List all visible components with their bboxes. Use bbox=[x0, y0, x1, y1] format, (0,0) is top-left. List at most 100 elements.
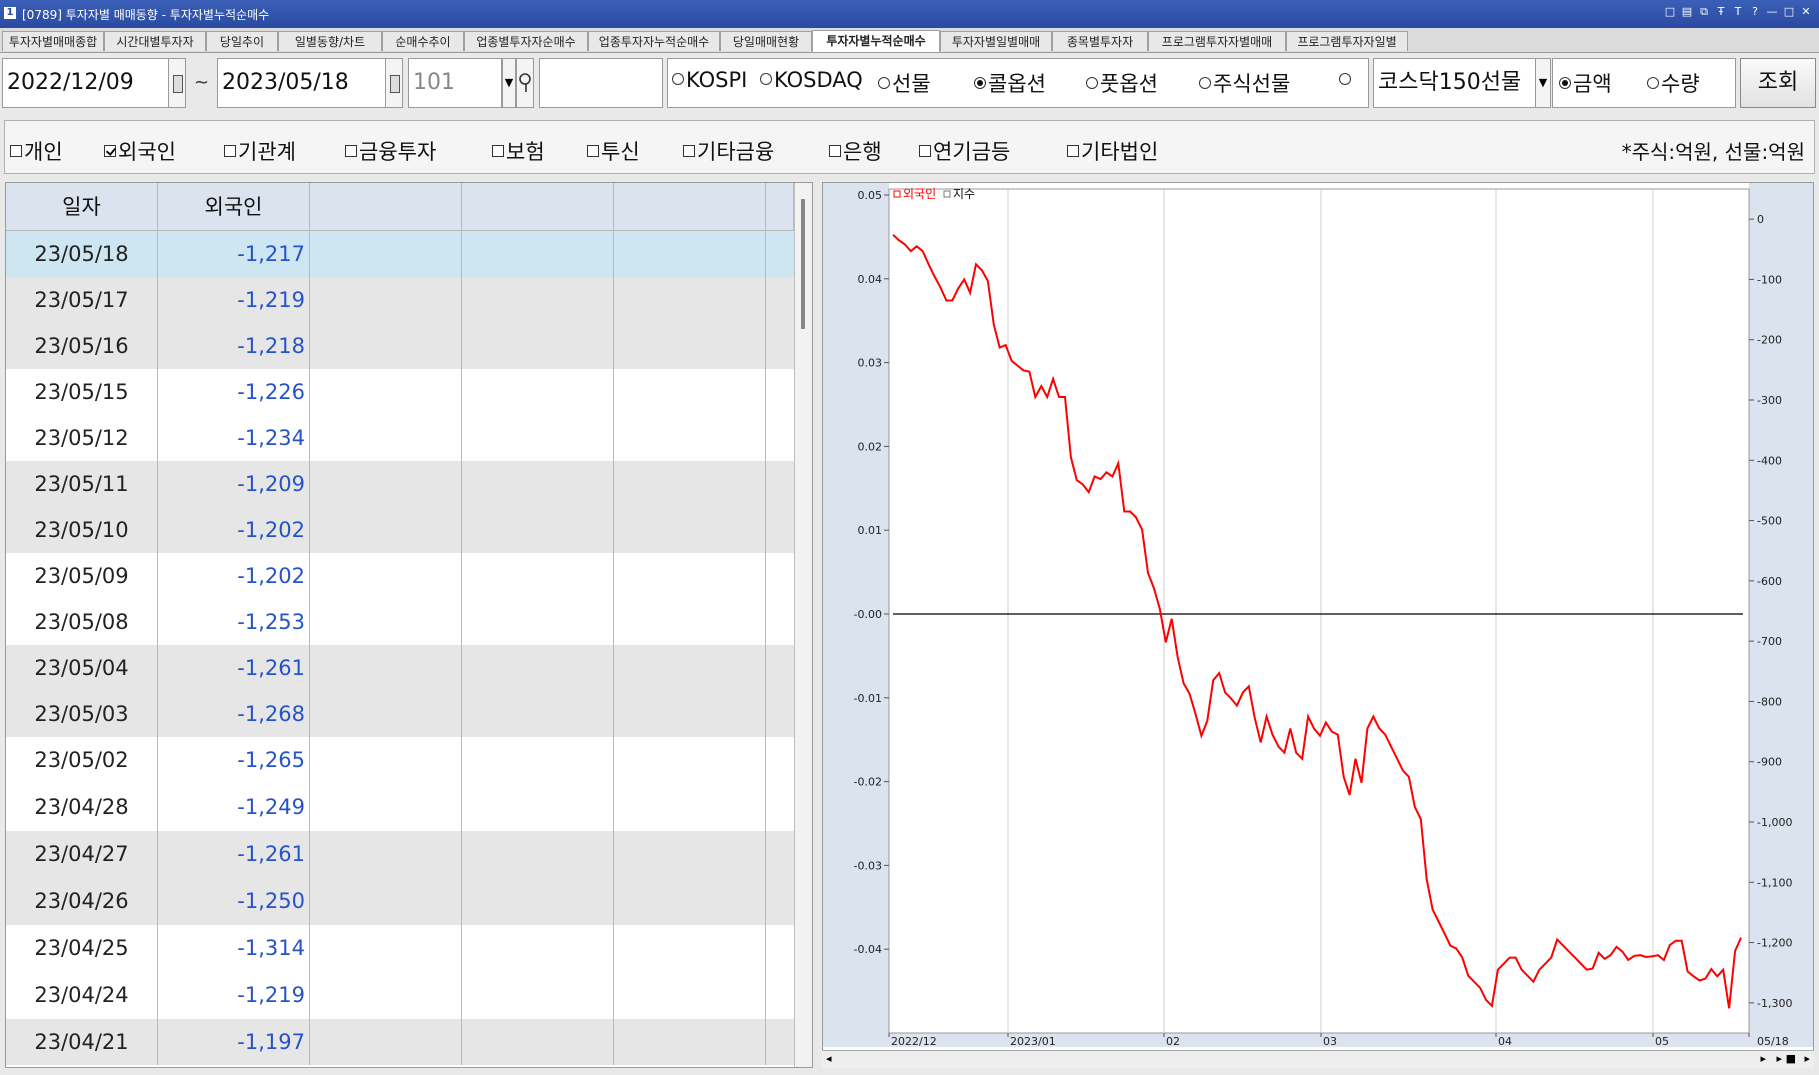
market-radio-3[interactable]: 콜옵션 bbox=[974, 68, 1046, 98]
tab-0[interactable]: 투자자별매매종합 bbox=[2, 31, 104, 51]
magnifier-icon bbox=[519, 73, 531, 92]
search-button[interactable] bbox=[516, 58, 534, 108]
window-control-6[interactable]: — bbox=[1765, 4, 1779, 20]
table-row[interactable]: 23/05/02 -1,265 bbox=[6, 737, 794, 784]
window-control-3[interactable]: Ŧ bbox=[1714, 4, 1728, 20]
table-row[interactable]: 23/05/17 -1,219 bbox=[6, 277, 794, 323]
grid-header-1[interactable]: 외국인 bbox=[158, 183, 310, 231]
table-row[interactable]: 23/04/25 -1,314 bbox=[6, 925, 794, 972]
start-calendar-button[interactable] bbox=[168, 58, 186, 108]
investor-checkbox-8[interactable]: 연기금등 bbox=[919, 136, 1010, 166]
tab-5[interactable]: 업종별투자자순매수 bbox=[464, 31, 588, 51]
stop-icon[interactable]: ■ bbox=[1786, 1052, 1796, 1065]
table-row[interactable]: 23/05/08 -1,253 bbox=[6, 599, 794, 645]
tab-11[interactable]: 프로그램투자자별매매 bbox=[1148, 31, 1286, 51]
chart-panel: 0.05 0.04 0.03 0.02 0.01 -0.00 -0.01 -0.02 -0.03… bbox=[822, 182, 1814, 1068]
market-radio-1[interactable]: KOSDAQ bbox=[760, 68, 863, 92]
investor-checkbox-3[interactable]: 금융투자 bbox=[345, 136, 436, 166]
tab-8[interactable]: 투자자별누적순매수 bbox=[812, 30, 940, 52]
table-row[interactable]: 23/04/24 -1,219 bbox=[6, 972, 794, 1019]
table-row[interactable]: 23/05/11 -1,209 bbox=[6, 461, 794, 507]
table-row[interactable]: 23/04/27 -1,261 bbox=[6, 831, 794, 878]
grid-header-4[interactable] bbox=[614, 183, 766, 231]
market-radio-2[interactable]: 선물 bbox=[878, 68, 931, 98]
unit-radio-1[interactable]: 수량 bbox=[1647, 68, 1700, 98]
plot-area bbox=[888, 188, 1750, 1034]
tab-9[interactable]: 투자자별일별매매 bbox=[940, 31, 1052, 51]
table-row[interactable]: 23/05/09 -1,202 bbox=[6, 553, 794, 599]
window-control-7[interactable]: □ bbox=[1782, 4, 1796, 20]
window-control-5[interactable]: ? bbox=[1748, 4, 1762, 20]
tab-7[interactable]: 당일매매현황 bbox=[720, 31, 812, 51]
row-empty-cell bbox=[462, 461, 614, 507]
investor-checkbox-6[interactable]: 기타금융 bbox=[683, 136, 774, 166]
checkbox-label: 금융투자 bbox=[359, 140, 437, 164]
date-range-tilde: ~ bbox=[194, 72, 210, 93]
row-empty-cell bbox=[462, 737, 614, 784]
tab-12[interactable]: 프로그램투자자일별 bbox=[1286, 31, 1408, 51]
checkbox-mark bbox=[829, 145, 841, 157]
start-date-input[interactable]: 2022/12/09 bbox=[2, 58, 170, 108]
market-radio-4[interactable]: 풋옵션 bbox=[1086, 68, 1158, 98]
play-icon[interactable]: ▸ bbox=[1776, 1052, 1782, 1065]
end-calendar-button[interactable] bbox=[385, 58, 403, 108]
grid-header-2[interactable] bbox=[310, 183, 462, 231]
table-row[interactable]: 23/04/21 -1,197 bbox=[6, 1019, 794, 1065]
market-radio-6[interactable] bbox=[1339, 68, 1353, 92]
product-select[interactable]: 코스닥150선물 bbox=[1373, 58, 1537, 108]
window-control-2[interactable]: ⧉ bbox=[1697, 4, 1711, 20]
market-radio-0[interactable]: KOSPI bbox=[672, 68, 747, 92]
row-empty-cell bbox=[462, 231, 614, 277]
row-empty-cell bbox=[614, 461, 766, 507]
grid-header-5[interactable] bbox=[766, 183, 794, 231]
row-empty-cell bbox=[614, 645, 766, 691]
investor-checkbox-4[interactable]: 보험 bbox=[492, 136, 545, 166]
investor-checkbox-5[interactable]: 투신 bbox=[587, 136, 640, 166]
table-row[interactable]: 23/05/04 -1,261 bbox=[6, 645, 794, 691]
window-controls: □ ▤ ⧉ Ŧ T? — □ ✕ bbox=[1663, 4, 1813, 20]
investor-checkbox-1[interactable]: 외국인 bbox=[104, 136, 176, 166]
table-row[interactable]: 23/05/15 -1,226 bbox=[6, 369, 794, 415]
radio-label: 선물 bbox=[892, 72, 931, 96]
table-row[interactable]: 23/05/10 -1,202 bbox=[6, 507, 794, 553]
table-row[interactable]: 23/04/26 -1,250 bbox=[6, 878, 794, 925]
window-control-0[interactable]: □ bbox=[1663, 4, 1677, 20]
table-row[interactable]: 23/04/28 -1,249 bbox=[6, 784, 794, 831]
investor-checkbox-9[interactable]: 기타법인 bbox=[1067, 136, 1158, 166]
table-row[interactable]: 23/05/16 -1,218 bbox=[6, 323, 794, 369]
tab-1[interactable]: 시간대별투자자 bbox=[104, 31, 206, 51]
row-date: 23/05/02 bbox=[6, 737, 158, 784]
product-dropdown-button[interactable]: ▼ bbox=[1535, 58, 1551, 108]
window-control-1[interactable]: ▤ bbox=[1680, 4, 1694, 20]
tab-10[interactable]: 종목별투자자 bbox=[1052, 31, 1148, 51]
query-button[interactable]: 조회 bbox=[1740, 58, 1816, 108]
investor-checkbox-0[interactable]: 개인 bbox=[10, 136, 63, 166]
scroll-left-icon[interactable]: ◂ bbox=[826, 1052, 832, 1065]
left-tick-label: -0.04 bbox=[854, 943, 882, 956]
scrollbar-thumb[interactable] bbox=[801, 199, 805, 329]
scroll-right-icon[interactable]: ▸ bbox=[1760, 1052, 1766, 1065]
grid-header-3[interactable] bbox=[462, 183, 614, 231]
unit-radio-0[interactable]: 금액 bbox=[1559, 68, 1612, 98]
table-row[interactable]: 23/05/18 -1,217 bbox=[6, 231, 794, 277]
tab-4[interactable]: 순매수추이 bbox=[382, 31, 464, 51]
investor-checkbox-7[interactable]: 은행 bbox=[829, 136, 882, 166]
code-input[interactable]: 101 bbox=[408, 58, 502, 108]
table-row[interactable]: 23/05/03 -1,268 bbox=[6, 691, 794, 737]
window-control-4[interactable]: T bbox=[1731, 4, 1745, 20]
grid-header-0[interactable]: 일자 bbox=[6, 183, 158, 231]
market-radio-5[interactable]: 주식선물 bbox=[1199, 68, 1290, 98]
window-control-8[interactable]: ✕ bbox=[1799, 4, 1813, 20]
tab-2[interactable]: 당일추이 bbox=[206, 31, 278, 51]
table-row[interactable]: 23/05/12 -1,234 bbox=[6, 415, 794, 461]
code-dropdown-button[interactable]: ▼ bbox=[502, 58, 516, 108]
end-icon[interactable]: ▸ bbox=[1804, 1052, 1810, 1065]
calendar-icon bbox=[173, 75, 183, 93]
chart-scrollbar[interactable]: ◂ ▸ ▸ ■ ▸ bbox=[822, 1050, 1814, 1068]
name-input[interactable] bbox=[539, 58, 663, 108]
end-date-input[interactable]: 2023/05/18 bbox=[217, 58, 387, 108]
tab-6[interactable]: 업종투자자누적순매수 bbox=[588, 31, 720, 51]
grid-scrollbar[interactable] bbox=[794, 183, 812, 1067]
tab-3[interactable]: 일별동향/차트 bbox=[278, 31, 382, 51]
investor-checkbox-2[interactable]: 기관계 bbox=[224, 136, 296, 166]
